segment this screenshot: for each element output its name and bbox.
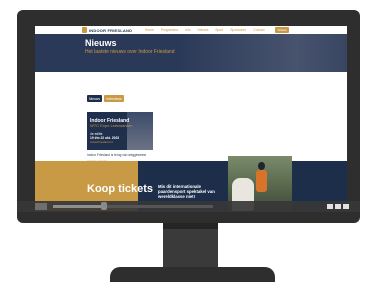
monitor-stand-neck (163, 223, 218, 269)
logo-mark-icon (82, 27, 87, 33)
video-scrubber-handle[interactable] (101, 202, 107, 210)
page-title: Nieuws (85, 38, 117, 48)
play-button[interactable] (35, 203, 47, 210)
video-option-buttons (327, 204, 349, 209)
tickets-button[interactable]: Tickets (275, 27, 289, 33)
page-subtitle: Het laatste nieuws over Indoor Friesland (85, 49, 175, 55)
rider-jacket (256, 170, 267, 192)
news-card-image[interactable]: Indoor Friesland WTC Expo Leeuwarden 4e … (87, 112, 153, 150)
card-image-subtitle: WTC Expo Leeuwarden (90, 123, 133, 128)
nav-item-nieuws[interactable]: Nieuws (198, 28, 209, 32)
tab-interviews[interactable]: Interviews (104, 95, 124, 102)
monitor-scene: INDOOR FRIESLAND Home Programma Info Nie… (0, 0, 366, 282)
promo-tagline: Mis dit internationale paardensport spek… (158, 184, 215, 199)
video-control-bar (17, 201, 360, 212)
hero-banner: Nieuws Het laatste nieuws over Indoor Fr… (35, 34, 347, 72)
nav-item-info[interactable]: Info (185, 28, 191, 32)
filter-tabs: Nieuws Interviews (87, 95, 124, 102)
monitor-stand-shadow (163, 223, 218, 229)
hero-background-image (177, 34, 347, 72)
settings-button[interactable] (335, 204, 341, 209)
quality-button[interactable] (327, 204, 333, 209)
nav-item-contact[interactable]: Contact (253, 28, 264, 32)
video-progress-fill (53, 205, 101, 208)
nav-item-sponsoren[interactable]: Sponsoren (230, 28, 246, 32)
fullscreen-button[interactable] (343, 204, 349, 209)
site-logo[interactable]: INDOOR FRIESLAND (82, 26, 132, 34)
nav-item-home[interactable]: Home (145, 28, 154, 32)
nav-item-programma[interactable]: Programma (161, 28, 178, 32)
monitor-stand-base (110, 267, 275, 282)
nav-menu: Home Programma Info Nieuws Sport Sponsor… (145, 26, 265, 34)
horse-photo-image (127, 112, 153, 150)
tab-nieuws[interactable]: Nieuws (87, 95, 102, 102)
buy-tickets-heading[interactable]: Koop tickets (87, 184, 153, 195)
rider-helmet (258, 162, 265, 170)
video-progress-bar[interactable] (53, 205, 213, 208)
logo-text: INDOOR FRIESLAND (89, 27, 133, 33)
top-navigation: INDOOR FRIESLAND Home Programma Info Nie… (35, 26, 347, 34)
nav-item-sport[interactable]: Sport (215, 28, 223, 32)
news-card-title[interactable]: Indoor Friesland is terug van weggeweest (87, 153, 146, 157)
card-image-site: indoorfriesland.nl (90, 140, 113, 144)
